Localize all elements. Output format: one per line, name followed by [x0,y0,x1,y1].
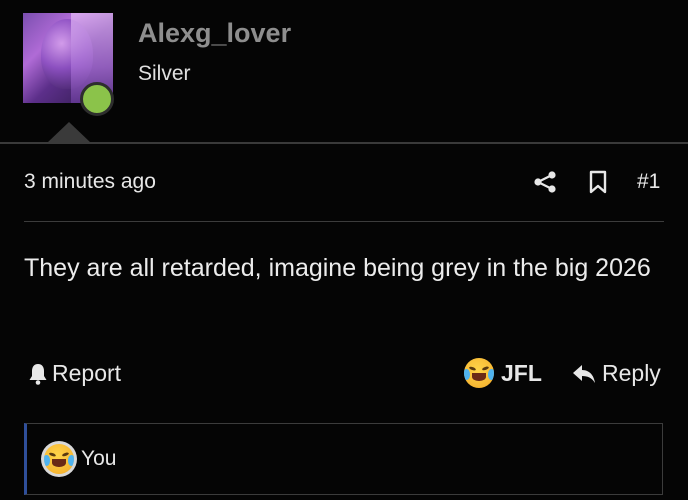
reply-button[interactable]: Reply [572,360,661,387]
online-status-indicator [80,82,114,116]
divider [24,221,664,222]
bell-icon [29,363,47,385]
bookmark-icon[interactable] [588,170,608,194]
post-number-link[interactable]: #1 [637,170,660,194]
share-icon[interactable] [533,170,557,194]
reactions-summary[interactable]: You [24,423,663,495]
post: Alexg_lover Silver 3 minutes ago #1 They… [0,0,688,500]
report-button[interactable]: Report [28,360,121,387]
reactors-label[interactable]: You [81,447,116,471]
reply-arrow-icon [573,364,595,383]
post-message: They are all retarded, imagine being gre… [24,254,651,282]
reaction-emoji-badge [41,441,77,477]
message-pointer [47,122,91,143]
reply-label: Reply [602,360,661,386]
face-with-tears-of-joy-icon [44,444,74,474]
reaction-label: JFL [501,359,542,386]
post-timestamp[interactable]: 3 minutes ago [24,170,156,194]
user-title: Silver [138,62,191,85]
reaction-button[interactable]: JFL [464,358,542,388]
username[interactable]: Alexg_lover [138,18,291,49]
report-label: Report [52,360,122,386]
face-with-tears-of-joy-icon [464,358,494,388]
divider [0,142,688,144]
